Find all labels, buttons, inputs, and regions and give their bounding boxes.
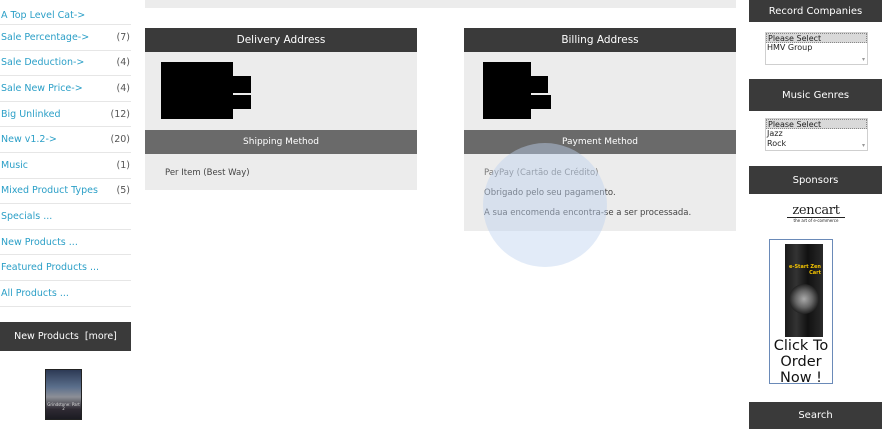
category-label[interactable]: Big Unlinked xyxy=(1,109,61,120)
category-label[interactable]: Sale Percentage-> xyxy=(1,32,89,43)
redacted-address-block xyxy=(208,76,251,93)
content-top-bar xyxy=(145,0,736,8)
thumbnail-caption: Grindstone: Part 2 xyxy=(47,402,80,411)
category-item[interactable]: New v1.2-> (20) xyxy=(0,127,131,153)
category-item[interactable]: Music (1) xyxy=(0,153,131,179)
category-label[interactable]: New Products ... xyxy=(1,237,78,248)
category-count: (5) xyxy=(116,185,130,197)
sponsor-ad-banner[interactable]: e-Start Zen Cart Click To Order Now ! xyxy=(769,239,833,386)
delivery-address-header: Delivery Address xyxy=(145,28,417,52)
select-option[interactable]: Please Select xyxy=(766,33,867,43)
zencart-logo-tagline: the art of e-commerce xyxy=(787,217,845,223)
select-option[interactable]: HMV Group xyxy=(766,43,867,53)
scroll-down-icon[interactable]: ▾ xyxy=(862,56,865,63)
category-item[interactable]: New Products ... xyxy=(0,230,131,256)
shipping-method-value: Per Item (Best Way) xyxy=(165,168,250,178)
category-label[interactable]: All Products ... xyxy=(1,288,69,299)
checkout-success-page: A Top Level Cat-> Sale Percentage-> (7) S… xyxy=(0,0,883,429)
sponsors-header: Sponsors xyxy=(749,166,882,194)
select-option[interactable]: Jazz xyxy=(766,129,867,139)
category-list: A Top Level Cat-> Sale Percentage-> (7) S… xyxy=(0,7,131,307)
new-products-title: New Products xyxy=(14,331,79,342)
click-to-order-text[interactable]: Click To Order Now ! xyxy=(770,338,832,386)
disc-icon xyxy=(789,284,819,314)
shipping-method-header: Shipping Method xyxy=(145,130,417,154)
zencart-logo-word: zencart xyxy=(792,203,840,218)
category-item[interactable]: Specials ... xyxy=(0,204,131,230)
select-option[interactable]: Rock xyxy=(766,139,867,149)
redacted-address-block xyxy=(524,95,551,109)
scroll-down-icon[interactable]: ▾ xyxy=(862,142,865,149)
billing-address-header: Billing Address xyxy=(464,28,736,52)
category-label[interactable]: Featured Products ... xyxy=(1,262,99,273)
category-label[interactable]: Sale New Price-> xyxy=(1,83,83,94)
music-genres-header: Music Genres xyxy=(749,79,882,111)
category-label[interactable]: New v1.2-> xyxy=(1,134,57,145)
zencart-logo[interactable]: zencart the art of e-commerce xyxy=(787,203,845,223)
category-label[interactable]: A Top Level Cat-> xyxy=(1,10,85,21)
category-item[interactable]: Mixed Product Types (5) xyxy=(0,179,131,205)
select-option[interactable]: Please Select xyxy=(766,119,867,129)
search-header: Search xyxy=(749,402,882,429)
category-count: (1) xyxy=(116,159,130,171)
category-item[interactable]: Sale New Price-> (4) xyxy=(0,76,131,102)
category-count: (4) xyxy=(116,57,130,69)
ad-brand-text: e-Start Zen Cart xyxy=(788,264,821,276)
music-genres-select[interactable]: Please Select Jazz Rock ▾ xyxy=(765,118,868,151)
left-sidebar: A Top Level Cat-> Sale Percentage-> (7) S… xyxy=(0,0,131,307)
category-label[interactable]: Music xyxy=(1,160,28,171)
click-highlight-indicator xyxy=(483,143,607,267)
category-count: (4) xyxy=(116,82,130,94)
category-item[interactable]: Big Unlinked (12) xyxy=(0,102,131,128)
new-product-thumbnail[interactable]: Grindstone: Part 2 xyxy=(45,369,82,420)
category-item[interactable]: A Top Level Cat-> xyxy=(0,7,131,25)
record-companies-header: Record Companies xyxy=(749,0,882,22)
category-item[interactable]: Sale Percentage-> (7) xyxy=(0,25,131,51)
category-count: (12) xyxy=(110,108,130,120)
category-count: (20) xyxy=(110,134,130,146)
payment-method-header: Payment Method xyxy=(464,130,736,154)
category-count: (7) xyxy=(116,31,130,43)
category-item[interactable]: Sale Deduction-> (4) xyxy=(0,51,131,77)
delivery-address-panel: Delivery Address Shipping Method Per Ite… xyxy=(145,28,417,190)
new-products-more-link[interactable]: [more] xyxy=(85,331,117,342)
product-box-image: e-Start Zen Cart xyxy=(785,244,823,337)
redacted-address-block xyxy=(208,95,251,109)
record-companies-select[interactable]: Please Select HMV Group ▾ xyxy=(765,32,868,65)
new-products-header: New Products [more] xyxy=(0,322,131,351)
redacted-address-block xyxy=(524,76,548,93)
category-label[interactable]: Mixed Product Types xyxy=(1,185,98,196)
category-label[interactable]: Sale Deduction-> xyxy=(1,57,84,68)
category-label[interactable]: Specials ... xyxy=(1,211,52,222)
category-item[interactable]: Featured Products ... xyxy=(0,255,131,281)
category-item[interactable]: All Products ... xyxy=(0,281,131,307)
